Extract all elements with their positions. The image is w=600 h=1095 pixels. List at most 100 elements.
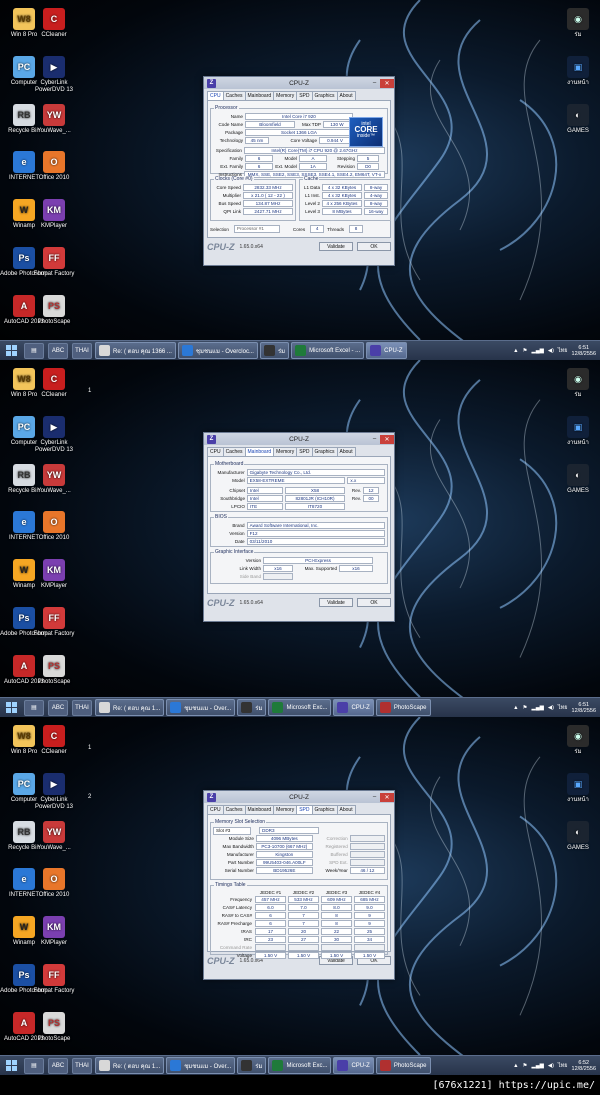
tab-caches[interactable]: Caches <box>222 447 246 456</box>
pinned-app-abc[interactable]: ABC <box>48 1057 68 1074</box>
desktop-icon-right[interactable]: ◐ GAMES <box>554 464 600 495</box>
desktop-icon-right[interactable]: ◉ ร่ม <box>554 725 600 756</box>
tab-caches[interactable]: Caches <box>222 805 246 814</box>
tray-arrow-icon[interactable]: ▲ <box>513 1063 518 1069</box>
desktop-icon-kmplayer[interactable]: KM KMPlayer <box>30 559 78 590</box>
tab-spd[interactable]: SPD <box>296 805 313 814</box>
minimize-button[interactable]: – <box>369 79 380 88</box>
tab-mainboard[interactable]: Mainboard <box>244 91 275 100</box>
pinned-app-abc[interactable]: ABC <box>48 699 68 716</box>
desktop-icon-youwave-[interactable]: YW YouWave_... <box>30 821 78 852</box>
desktop-icon-office-2010[interactable]: O Office 2010 <box>30 151 78 182</box>
close-button[interactable]: ✕ <box>380 78 394 88</box>
close-button[interactable]: ✕ <box>380 434 394 444</box>
pinned-app-abc[interactable]: ABC <box>48 342 68 359</box>
taskbar-button[interactable]: Re: ( ตอบ คุณ 1366 ... <box>95 342 176 359</box>
desktop-icon-right[interactable]: ◐ GAMES <box>554 104 600 135</box>
start-button[interactable] <box>0 1057 22 1075</box>
taskbar-button[interactable]: ชุมชนแม - Overcloc... <box>177 342 258 359</box>
minimize-button[interactable]: – <box>369 793 380 802</box>
taskbar-button[interactable]: CPU-Z <box>333 699 374 716</box>
desktop-icon-photoscape[interactable]: PS PhotoScape <box>30 1012 78 1043</box>
minimize-button[interactable]: – <box>369 435 380 444</box>
language-indicator[interactable]: ไทย <box>558 704 568 712</box>
tab-about[interactable]: About <box>336 91 356 100</box>
close-button[interactable]: ✕ <box>380 792 394 802</box>
window-titlebar[interactable]: Z CPU-Z – ✕ <box>204 791 394 803</box>
tab-mainboard[interactable]: Mainboard <box>244 447 275 456</box>
desktop-icon-right[interactable]: ▣ งานหน้า <box>554 56 600 87</box>
desktop-icon-kmplayer[interactable]: KM KMPlayer <box>30 199 78 230</box>
language-indicator[interactable]: ไทย <box>558 1062 568 1070</box>
flag-icon[interactable]: ⚑ <box>523 348 528 354</box>
tab-graphics[interactable]: Graphics <box>311 447 338 456</box>
processor-select[interactable]: Processor #1 <box>233 225 280 233</box>
slot-select[interactable]: Slot #3 <box>213 826 251 835</box>
taskbar-button[interactable]: ร่ม <box>237 699 267 716</box>
pinned-app-thai[interactable]: THAI <box>72 699 92 716</box>
desktop-icon-cyberlink-powerdvd-13[interactable]: ▶ CyberLink PowerDVD 13 <box>30 56 78 94</box>
network-icon[interactable]: ▂▄▆ <box>531 705 543 711</box>
tab-memory[interactable]: Memory <box>273 447 298 456</box>
taskbar-button[interactable]: Microsoft Excel - ... <box>291 342 365 359</box>
flag-icon[interactable]: ⚑ <box>523 1063 528 1069</box>
desktop-icon-format-factory[interactable]: FF Format Factory <box>30 607 78 638</box>
desktop-icon-cyberlink-powerdvd-13[interactable]: ▶ CyberLink PowerDVD 13 <box>30 773 78 811</box>
volume-icon[interactable]: ◀) <box>548 705 554 711</box>
tray-arrow-icon[interactable]: ▲ <box>513 705 518 711</box>
desktop-icon-ccleaner[interactable]: C CCleaner <box>30 368 78 399</box>
desktop-icon-format-factory[interactable]: FF Format Factory <box>30 247 78 278</box>
desktop-icon-cyberlink-powerdvd-13[interactable]: ▶ CyberLink PowerDVD 13 <box>30 416 78 454</box>
network-icon[interactable]: ▂▄▆ <box>531 1063 543 1069</box>
desktop-icon-format-factory[interactable]: FF Format Factory <box>30 964 78 995</box>
validate-button[interactable]: Validate <box>319 598 353 607</box>
tab-caches[interactable]: Caches <box>222 91 246 100</box>
taskbar-button[interactable]: Microsoft Exc... <box>268 699 332 716</box>
tab-cpu[interactable]: CPU <box>207 447 224 456</box>
taskbar-button[interactable]: CPU-Z <box>366 342 407 359</box>
tab-cpu[interactable]: CPU <box>207 805 224 814</box>
network-icon[interactable]: ▂▄▆ <box>531 348 543 354</box>
volume-icon[interactable]: ◀) <box>548 348 554 354</box>
clock[interactable]: 6:52 12/8/2556 <box>572 1060 596 1072</box>
desktop-icon-photoscape[interactable]: PS PhotoScape <box>30 655 78 686</box>
taskbar-button[interactable]: ร่ม <box>237 1057 267 1074</box>
tab-cpu[interactable]: CPU <box>207 91 224 100</box>
desktop-icon-right[interactable]: ◐ GAMES <box>554 821 600 852</box>
tab-spd[interactable]: SPD <box>296 91 313 100</box>
taskbar-button[interactable]: PhotoScape <box>375 699 431 716</box>
desktop-icon-right[interactable]: ▣ งานหน้า <box>554 416 600 447</box>
desktop-icon-youwave-[interactable]: YW YouWave_... <box>30 104 78 135</box>
desktop-icon-office-2010[interactable]: O Office 2010 <box>30 868 78 899</box>
taskbar-button[interactable]: Re: ( ตอบ คุณ 1... <box>95 1057 165 1074</box>
pinned-app-thai[interactable]: THAI <box>72 1057 92 1074</box>
desktop-icon-kmplayer[interactable]: KM KMPlayer <box>30 916 78 947</box>
file-explorer-icon[interactable]: ▤ <box>24 1057 44 1074</box>
clock[interactable]: 6:51 12/8/2556 <box>572 702 596 714</box>
language-indicator[interactable]: ไทย <box>558 347 568 355</box>
tab-memory[interactable]: Memory <box>273 805 298 814</box>
tray-arrow-icon[interactable]: ▲ <box>513 348 518 354</box>
taskbar-button[interactable]: PhotoScape <box>375 1057 431 1074</box>
file-explorer-icon[interactable]: ▤ <box>24 342 44 359</box>
taskbar-button[interactable]: ชุมชนแม - Over... <box>166 699 236 716</box>
volume-icon[interactable]: ◀) <box>548 1063 554 1069</box>
desktop-icon-right[interactable]: ◉ ร่ม <box>554 8 600 39</box>
validate-button[interactable]: Validate <box>319 242 353 251</box>
ok-button[interactable]: OK <box>357 598 391 607</box>
desktop-icon-right[interactable]: ▣ งานหน้า <box>554 773 600 804</box>
taskbar-button[interactable]: ร่ม <box>259 342 290 359</box>
tab-memory[interactable]: Memory <box>273 91 298 100</box>
taskbar-button[interactable]: Microsoft Exc... <box>268 1057 332 1074</box>
tab-mainboard[interactable]: Mainboard <box>244 805 275 814</box>
window-titlebar[interactable]: Z CPU-Z – ✕ <box>204 77 394 89</box>
file-explorer-icon[interactable]: ▤ <box>24 699 44 716</box>
taskbar-button[interactable]: Re: ( ตอบ คุณ 1... <box>95 699 165 716</box>
tab-graphics[interactable]: Graphics <box>311 91 338 100</box>
pinned-app-thai[interactable]: THAI <box>72 342 92 359</box>
tab-about[interactable]: About <box>336 447 356 456</box>
desktop-icon-right[interactable]: ◉ ร่ม <box>554 368 600 399</box>
flag-icon[interactable]: ⚑ <box>523 705 528 711</box>
desktop-icon-ccleaner[interactable]: C CCleaner <box>30 725 78 756</box>
taskbar-button[interactable]: ชุมชนแม - Over... <box>166 1057 236 1074</box>
